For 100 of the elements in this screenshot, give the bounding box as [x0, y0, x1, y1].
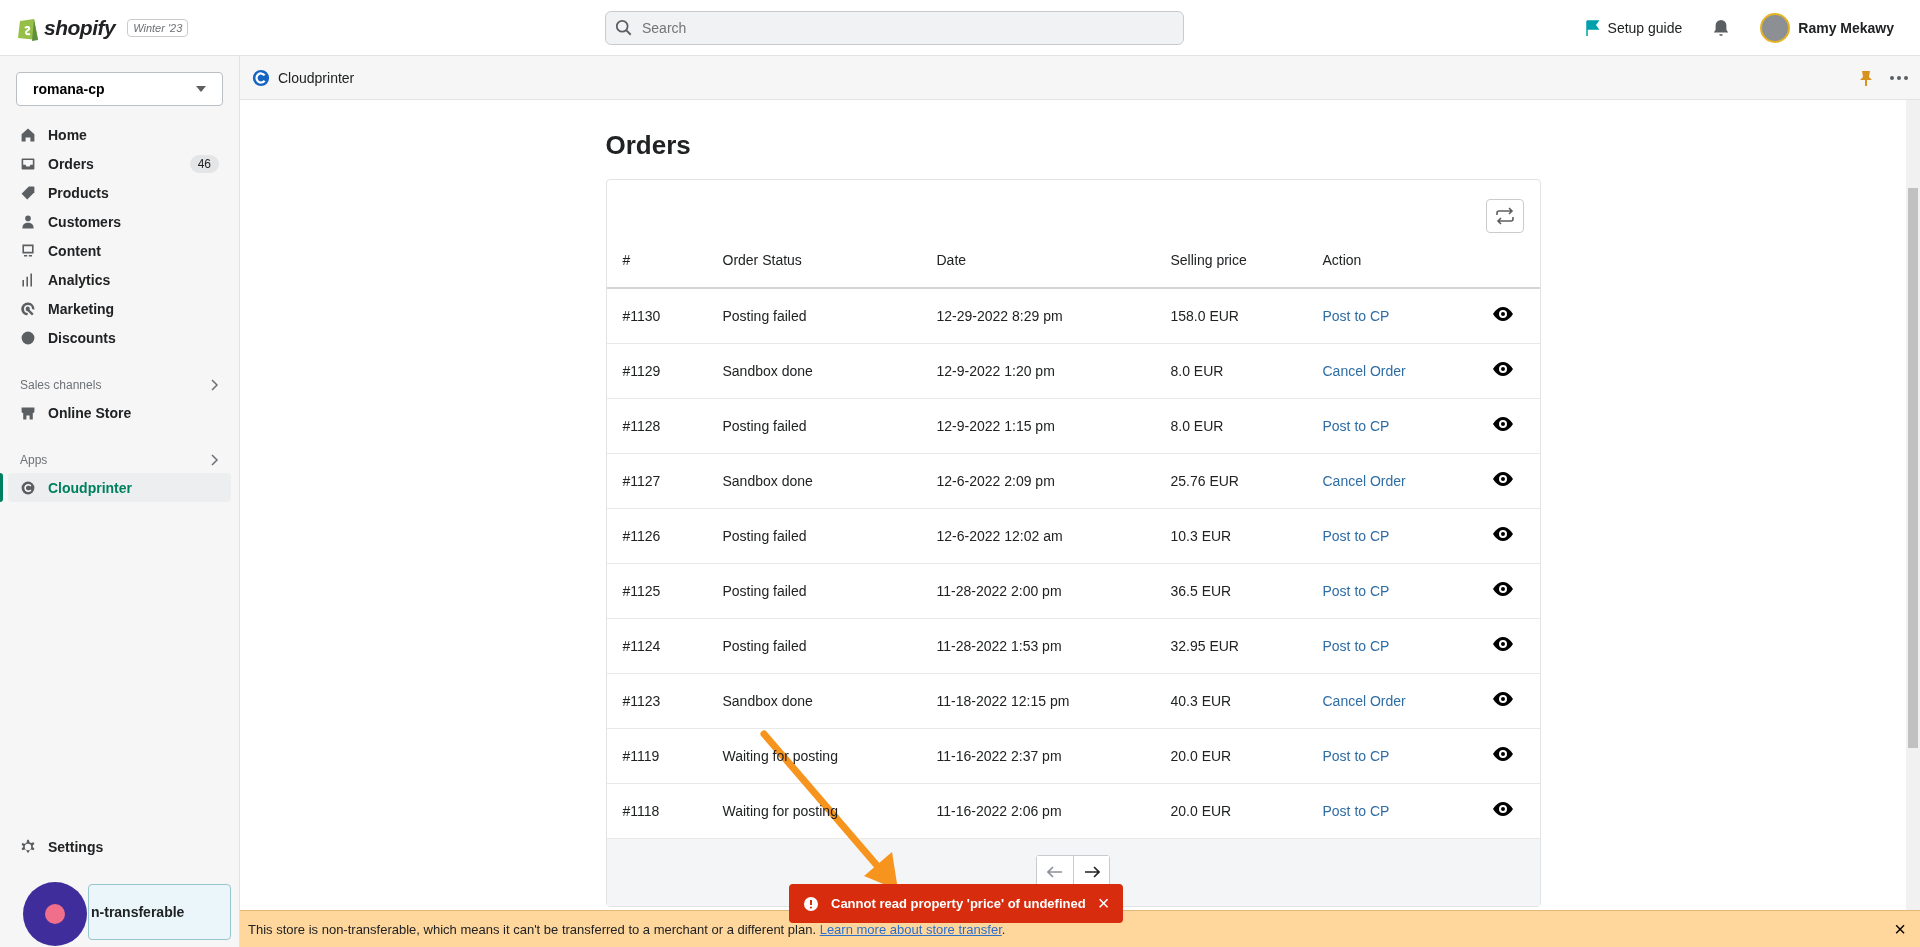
app-logo-icon [252, 68, 270, 87]
nav-item[interactable]: Content [8, 236, 231, 265]
eye-icon[interactable] [1491, 581, 1514, 597]
eye-icon[interactable] [1491, 801, 1514, 817]
table-cell: 11-16-2022 2:37 pm [936, 747, 1062, 764]
store-selector[interactable]: romana-cp [16, 72, 223, 106]
table-cell: Posting failed [722, 637, 807, 654]
flag-icon [1585, 19, 1600, 36]
avatar [1760, 12, 1791, 43]
table-cell: 12-6-2022 2:09 pm [936, 472, 1055, 489]
caret-icon [196, 86, 206, 92]
action-link[interactable]: Post to CP [1322, 527, 1390, 544]
notice-card[interactable]: n-transferable [88, 884, 231, 940]
search-field[interactable]: Search [605, 10, 1184, 45]
table-cell: Sandbox done [722, 362, 813, 379]
action-link[interactable]: Post to CP [1322, 417, 1390, 434]
table-cell: 11-18-2022 12:15 pm [936, 692, 1070, 709]
eye-icon[interactable] [1491, 306, 1514, 323]
close-button[interactable]: × [1097, 892, 1110, 915]
left-arrow-icon [1047, 866, 1063, 878]
table-cell: #1125 [622, 582, 661, 599]
close-button[interactable]: × [1888, 917, 1912, 941]
table-cell: 11-16-2022 2:06 pm [936, 802, 1062, 819]
table-cell: 40.3 EUR [1170, 692, 1232, 709]
nav-item[interactable]: Settings [8, 832, 231, 861]
nav-item[interactable]: Analytics [8, 265, 231, 294]
nav-item[interactable]: Marketing [8, 294, 231, 323]
table-cell: 32.95 EUR [1170, 637, 1239, 654]
setup-guide-link[interactable]: Setup guide [1585, 19, 1683, 36]
table-cell: 12-6-2022 12:02 am [936, 527, 1063, 544]
app-logo-icon [20, 479, 36, 496]
chevron-icon[interactable] [209, 379, 219, 391]
nav-item[interactable]: Orders 46 [8, 149, 231, 178]
column-header: # [622, 252, 631, 268]
table-cell: 12-29-2022 8:29 pm [936, 307, 1063, 324]
app-title: Cloudprinter [278, 69, 355, 86]
table-cell: #1119 [622, 747, 660, 764]
eye-icon[interactable] [1491, 416, 1514, 432]
eye-icon[interactable] [1491, 636, 1514, 652]
table-cell: 25.76 EUR [1170, 472, 1239, 489]
table-cell: Sandbox done [722, 472, 813, 489]
scrollbar[interactable] [1906, 100, 1920, 910]
store-transfer-link[interactable]: Learn more about store transfer [819, 921, 1002, 937]
eye-icon[interactable] [1491, 361, 1514, 377]
swap-arrows-icon [1494, 207, 1515, 225]
inbox-icon [20, 155, 36, 172]
column-header: Selling price [1170, 252, 1247, 268]
action-link[interactable]: Post to CP [1322, 637, 1390, 654]
action-link[interactable]: Cancel Order [1322, 692, 1406, 709]
chevron-icon[interactable] [209, 454, 219, 466]
person-icon [20, 213, 36, 230]
alert-icon [803, 895, 819, 912]
page-title: Orders [605, 130, 692, 161]
nav-item[interactable]: Customers [8, 207, 231, 236]
eye-icon[interactable] [1491, 526, 1514, 542]
image-frame-icon [20, 242, 36, 259]
table-cell: Posting failed [722, 582, 807, 599]
nav-item[interactable]: Discounts [8, 323, 231, 352]
toast-message: Cannot read property 'price' of undefined [831, 896, 1086, 911]
sync-button[interactable] [1485, 199, 1524, 233]
table-cell: 20.0 EUR [1170, 747, 1232, 764]
column-header: Date [936, 252, 967, 268]
user-menu[interactable]: Ramy Mekawy [1760, 12, 1894, 43]
table-cell: #1124 [622, 637, 661, 654]
table-cell: 8.0 EUR [1170, 362, 1224, 379]
version-badge: Winter '23 [127, 18, 189, 37]
nav-item[interactable]: Home [8, 120, 231, 149]
table-cell: #1123 [622, 692, 661, 709]
table-cell: 12-9-2022 1:20 pm [936, 362, 1055, 379]
column-header: Action [1322, 252, 1362, 268]
table-cell: 11-28-2022 2:00 pm [936, 582, 1062, 599]
right-arrow-icon [1083, 866, 1100, 878]
table-cell: #1127 [622, 472, 661, 489]
table-cell: 158.0 EUR [1170, 307, 1239, 324]
column-header: Order Status [722, 252, 802, 268]
eye-icon[interactable] [1491, 746, 1514, 762]
table-cell: #1126 [622, 527, 661, 544]
table-cell: 36.5 EUR [1170, 582, 1232, 599]
table-cell: 12-9-2022 1:15 pm [936, 417, 1055, 434]
table-cell: Posting failed [722, 417, 807, 434]
table-cell: Posting failed [722, 527, 807, 544]
count-badge: 46 [189, 154, 219, 173]
logo-text[interactable]: shopify [44, 15, 116, 40]
action-link[interactable]: Post to CP [1322, 802, 1390, 819]
nav-item[interactable]: Products [8, 178, 231, 207]
action-link[interactable]: Post to CP [1322, 307, 1390, 324]
action-link[interactable]: Cancel Order [1322, 362, 1406, 379]
action-link[interactable]: Post to CP [1322, 747, 1390, 764]
eye-icon[interactable] [1491, 471, 1514, 487]
action-link[interactable]: Post to CP [1322, 582, 1390, 599]
table-cell: #1129 [622, 362, 661, 379]
eye-icon[interactable] [1491, 691, 1514, 707]
house-icon [20, 126, 36, 143]
table-cell: 20.0 EUR [1170, 802, 1232, 819]
bell-icon[interactable] [1712, 18, 1731, 37]
action-link[interactable]: Cancel Order [1322, 472, 1406, 489]
table-cell: Sandbox done [722, 692, 813, 709]
more-icon[interactable] [1890, 75, 1908, 80]
banner-text: This store is non-transferable, which means it can't be transferred to a merchant or a different plan. Learn more about store transfer. [248, 921, 1006, 937]
nav-item[interactable]: Online Store [8, 398, 231, 427]
